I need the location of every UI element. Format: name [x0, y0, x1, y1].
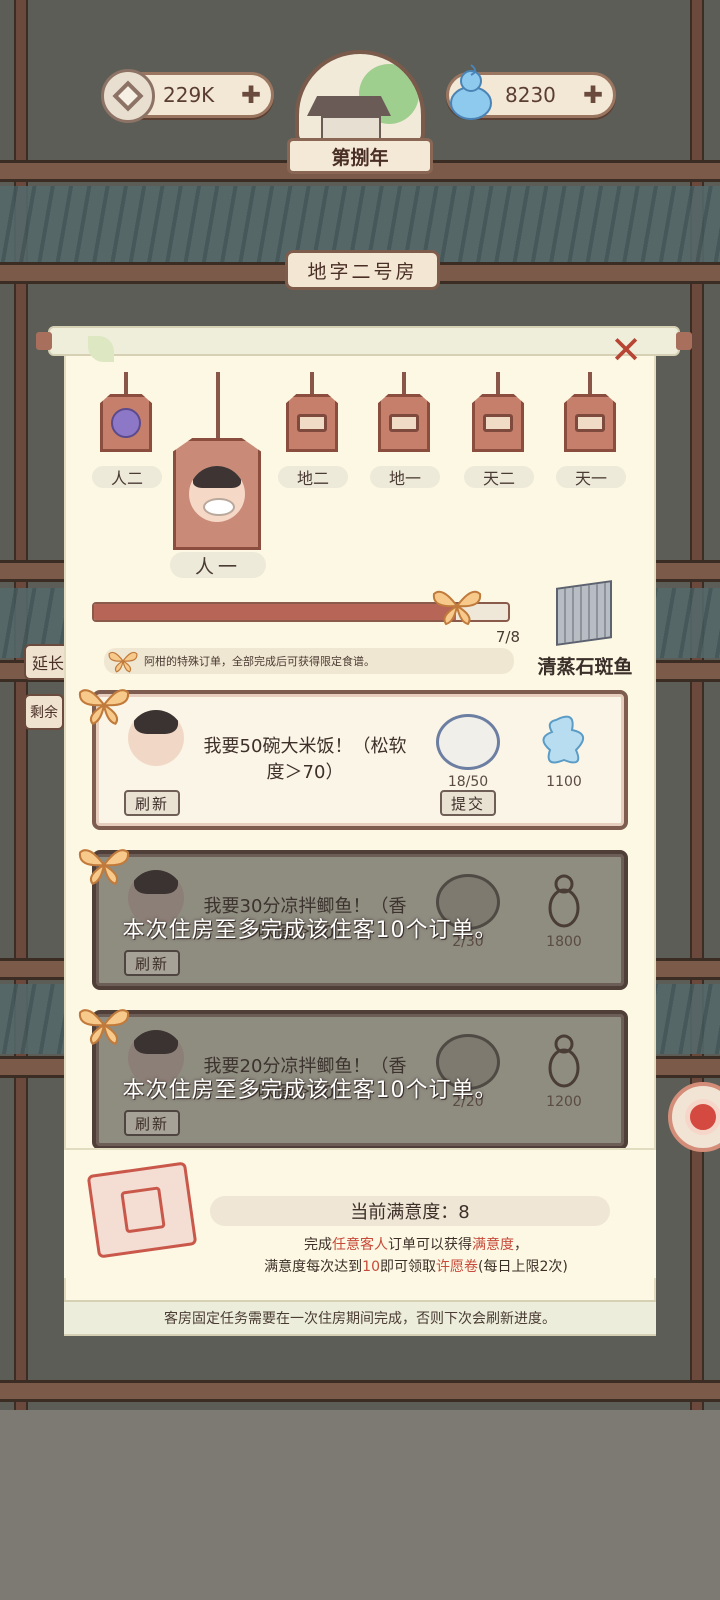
room-name-sign: 地字二号房 — [285, 250, 440, 290]
guest-tag-label: 地一 — [370, 466, 440, 488]
tag-string — [496, 372, 500, 396]
guest-tag-label: 人二 — [92, 466, 162, 488]
current-satisfaction: 当前满意度：8 — [210, 1196, 610, 1226]
special-order-note: 阿柑的特殊订单，全部完成后可获得限定食谱。 — [104, 648, 514, 674]
order-progress: 18/50 — [447, 774, 489, 790]
room-task-footer-note: 客房固定任务需要在一次住房期间完成，否则下次会刷新进度。 — [64, 1300, 656, 1336]
eye-icon — [685, 1099, 720, 1135]
satisfaction-description: 完成任意客人订单可以获得满意度， 满意度每次达到10即可领取许愿卷(每日上限2次… — [196, 1234, 636, 1278]
gem-counter[interactable]: 8230 ✚ — [446, 64, 616, 120]
satisfaction-line-1: 完成任意客人订单可以获得满意度， — [304, 1237, 528, 1253]
progress-fill — [94, 604, 457, 620]
coin-amount: 229K — [163, 83, 215, 107]
guest-tag-di2[interactable] — [286, 394, 338, 452]
onion-icon — [111, 408, 141, 438]
coin-counter[interactable]: 229K ✚ — [101, 69, 274, 123]
close-button[interactable]: ✕ — [606, 330, 646, 370]
lock-icon — [297, 414, 327, 432]
spirit-gourd-icon — [450, 64, 492, 120]
submit-order-button[interactable]: 提交 — [440, 790, 496, 816]
guest-tag-label: 地二 — [278, 466, 348, 488]
add-gems-icon[interactable]: ✚ — [583, 81, 603, 109]
tag-string — [310, 372, 314, 396]
lock-icon — [575, 414, 605, 432]
guest-tag-di1[interactable] — [378, 394, 430, 452]
guest-tag-tian1[interactable] — [564, 394, 616, 452]
refresh-order-button[interactable]: 刷新 — [124, 950, 180, 976]
close-icon: ✕ — [610, 328, 642, 372]
refresh-order-button[interactable]: 刷新 — [124, 790, 180, 816]
recipe-scroll-icon[interactable] — [556, 580, 612, 646]
order-limit-message: 本次住房至多完成该住客10个订单。 — [122, 918, 498, 943]
order-limit-message: 本次住房至多完成该住客10个订单。 — [122, 1078, 498, 1103]
butterfly-icon — [432, 590, 482, 626]
gem-amount: 8230 — [505, 83, 556, 107]
coin-icon — [101, 69, 155, 123]
add-coins-icon[interactable]: ✚ — [241, 81, 261, 109]
guest-tag-ren2[interactable] — [100, 394, 152, 452]
order-card: 我要50碗大米饭！（松软度＞70） 18/50 1100 刷新 提交 — [78, 689, 628, 830]
lock-icon — [483, 414, 513, 432]
rice-bowl-icon — [436, 714, 500, 770]
satisfaction-line-2: 满意度每次达到10即可领取许愿卷(每日上限2次) — [264, 1259, 568, 1275]
special-order-note-text: 阿柑的特殊订单，全部完成后可获得限定食谱。 — [144, 655, 375, 668]
guest-avatar — [128, 710, 184, 780]
beam — [0, 1380, 720, 1402]
reward-recipe-name: 清蒸石斑鱼 — [537, 656, 633, 678]
guest-portrait — [189, 466, 245, 522]
remaining-sign: 剩余 — [24, 694, 64, 730]
tag-string — [402, 372, 406, 396]
wish-scroll-icon[interactable] — [86, 1161, 198, 1259]
scroll-top-rod — [36, 326, 692, 356]
year-label: 第捌年 — [287, 138, 433, 174]
order-reward-value: 1100 — [546, 774, 582, 790]
lock-icon — [389, 414, 419, 432]
floor-area — [0, 1410, 720, 1600]
tag-string — [216, 372, 220, 440]
guest-tag-label: 天一 — [556, 466, 626, 488]
special-order-count: 7/8 — [495, 628, 520, 646]
tag-string — [124, 372, 128, 396]
butterfly-icon — [78, 849, 130, 885]
order-description: 我要50碗大米饭！（松软度＞70） — [203, 736, 407, 783]
butterfly-icon — [78, 1009, 130, 1045]
refresh-order-button[interactable]: 刷新 — [124, 1110, 180, 1136]
guest-tag-selected[interactable] — [173, 438, 261, 550]
guest-tag-label: 天二 — [464, 466, 534, 488]
butterfly-icon — [78, 689, 130, 725]
butterfly-icon — [108, 651, 138, 673]
guest-tag-tian2[interactable] — [472, 394, 524, 452]
spirit-reward-icon — [542, 715, 584, 764]
selected-guest-label: 人一 — [170, 552, 266, 578]
tag-string — [588, 372, 592, 396]
